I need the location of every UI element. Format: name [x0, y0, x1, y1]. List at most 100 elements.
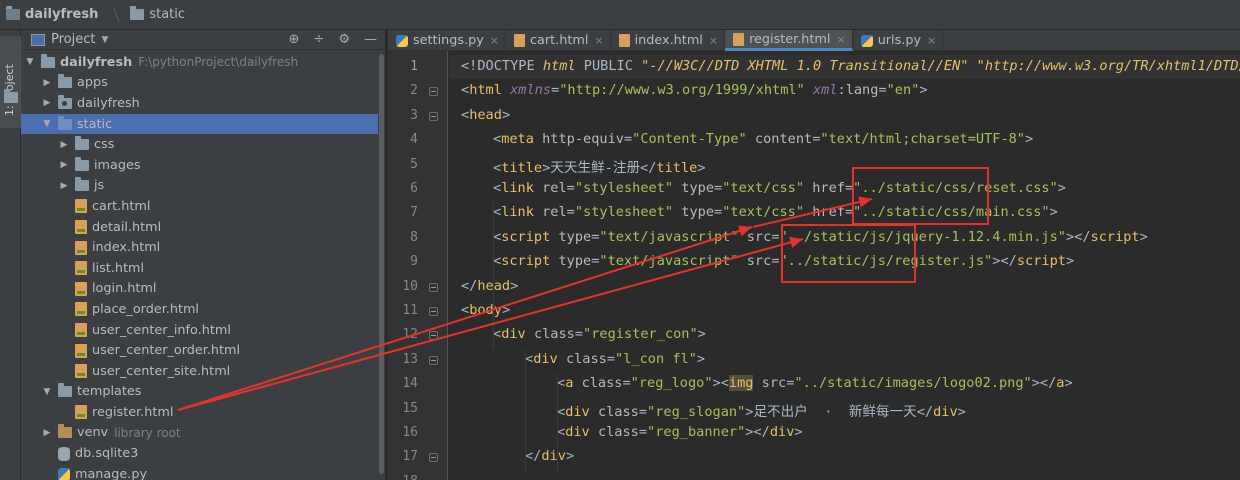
chevron-right-icon[interactable]: ▶ [59, 140, 69, 150]
chevron-down-icon[interactable]: ▼ [42, 119, 52, 129]
indent-guide [557, 373, 558, 471]
tab-register-html[interactable]: register.html × [725, 30, 853, 51]
breadcrumb-folder[interactable]: static [149, 7, 185, 22]
line-number: 10 [402, 278, 418, 294]
tree-item-manage-py[interactable]: manage.py [21, 464, 385, 480]
tree-item-js[interactable]: ▶ js [21, 176, 385, 197]
breadcrumb-project[interactable]: dailyfresh [25, 7, 98, 22]
fold-marker-icon[interactable] [429, 453, 438, 463]
tree-item-label: user_center_order.html [92, 343, 241, 359]
code-token: "http://www.w3.org/1999/xhtml" [559, 82, 805, 99]
line-number: 16 [402, 425, 418, 440]
code-token: type [681, 204, 715, 221]
tab-cart-html[interactable]: cart.html × [506, 30, 611, 51]
project-tool-tab[interactable]: 1: Project [0, 36, 21, 128]
code-line: <head> [461, 107, 510, 123]
tree-item-dailyfresh[interactable]: ▶ dailyfresh [21, 93, 385, 114]
tree-item-css[interactable]: ▶ css [21, 134, 385, 155]
fold-marker-icon[interactable] [429, 282, 438, 292]
tree-item-detail-html[interactable]: detail.html [21, 217, 385, 238]
line-number: 2 [410, 83, 418, 99]
chevron-right-icon[interactable]: ▶ [59, 160, 69, 170]
close-icon[interactable]: × [490, 34, 499, 47]
scroll-from-source-icon[interactable]: ⊕ [289, 32, 300, 47]
code-token: class [597, 424, 639, 440]
folder-icon [75, 136, 89, 151]
tree-item-db-sqlite3[interactable]: db.sqlite3 [21, 443, 385, 464]
tree-item-images[interactable]: ▶ images [21, 155, 385, 176]
gear-icon[interactable]: ⚙ [338, 32, 350, 47]
tab-index-html[interactable]: index.html × [611, 30, 726, 51]
code-token: = [551, 82, 560, 99]
tree-item-list-html[interactable]: list.html [21, 258, 385, 279]
code-token: > [501, 106, 511, 123]
tree-item-place-order-html[interactable]: place_order.html [21, 299, 385, 320]
chevron-right-icon[interactable]: ▶ [42, 98, 52, 108]
close-icon[interactable]: × [927, 34, 936, 47]
line-number: 18 [388, 474, 418, 480]
tab-settings-py[interactable]: settings.py × [388, 30, 507, 51]
chevron-right-icon[interactable]: ▶ [59, 181, 69, 191]
fold-marker-icon[interactable] [429, 307, 438, 316]
tree-item-cart-html[interactable]: cart.html [21, 196, 385, 217]
code-token: ></ [745, 424, 770, 440]
folder-icon [41, 53, 55, 68]
tree-item-label: list.html [92, 260, 145, 276]
tree-item-login-html[interactable]: login.html [21, 279, 385, 300]
fold-marker-icon[interactable] [429, 111, 438, 121]
structure-icon[interactable] [4, 89, 18, 103]
tree-item-apps[interactable]: ▶ apps [21, 73, 385, 94]
close-icon[interactable]: × [594, 34, 603, 47]
chevron-down-icon[interactable]: ▼ [42, 387, 52, 397]
tree-item-register-html[interactable]: register.html [21, 402, 385, 423]
project-view-icon [31, 33, 45, 46]
python-file-icon [396, 34, 408, 47]
chevron-down-icon[interactable]: ▼ [25, 57, 35, 67]
close-icon[interactable]: × [836, 33, 845, 46]
code-token: < [493, 204, 502, 221]
folder-icon [75, 156, 89, 171]
tab-label: urls.py [877, 33, 922, 48]
collapse-all-icon[interactable]: ÷ [313, 32, 324, 47]
chevron-right-icon[interactable]: ▶ [42, 428, 52, 438]
tree-item-static[interactable]: ▼ static [21, 113, 385, 135]
code-token: img [728, 375, 754, 392]
html-file-icon [733, 32, 745, 46]
chevron-right-icon[interactable]: ▶ [42, 78, 52, 88]
code-token: body [469, 302, 502, 318]
tree-item-user-center-order-html[interactable]: user_center_order.html [21, 340, 385, 361]
hide-panel-icon[interactable]: — [364, 32, 377, 47]
tab-urls-py[interactable]: urls.py × [853, 30, 944, 51]
tree-item-user-center-info-html[interactable]: user_center_info.html [21, 320, 385, 341]
close-icon[interactable]: × [709, 34, 718, 47]
tab-label: index.html [634, 33, 703, 48]
tree-item-dailyfresh[interactable]: ▼ dailyfresh F:\pythonProject\dailyfresh [21, 52, 385, 73]
code-token: class [597, 403, 639, 420]
code-line: <div class="register_con"> [493, 326, 706, 342]
project-panel-title[interactable]: Project [51, 32, 95, 47]
code-token: "stylesheet" [574, 204, 674, 221]
folder-icon [130, 6, 145, 20]
html-file-icon [75, 281, 87, 296]
library-folder-icon [58, 424, 72, 439]
code-token: "l_con fl" [615, 350, 697, 367]
tree-item-label: user_center_info.html [92, 322, 231, 338]
code-token: link [501, 204, 543, 221]
tree-item-index-html[interactable]: index.html [21, 237, 385, 258]
tree-item-label: apps [77, 75, 108, 91]
editor-tab-bar: settings.py × cart.html × index.html × registe… [388, 30, 1240, 51]
editor-gutter: 123456789101112131415161718 [388, 51, 448, 480]
fold-marker-icon[interactable] [429, 331, 438, 341]
code-token: < [557, 424, 566, 440]
chevron-down-icon[interactable]: ▼ [101, 35, 108, 45]
tree-item-label: venv [77, 425, 109, 441]
fold-marker-icon[interactable] [429, 87, 438, 97]
fold-marker-icon[interactable] [429, 355, 438, 365]
code-token: = [606, 350, 616, 367]
tree-item-templates[interactable]: ▼ templates [21, 382, 385, 403]
project-panel-scrollbar[interactable] [378, 52, 385, 480]
tree-item-user-center-site-html[interactable]: user_center_site.html [21, 361, 385, 382]
tree-item-venv[interactable]: ▶ venv library root [21, 423, 385, 444]
